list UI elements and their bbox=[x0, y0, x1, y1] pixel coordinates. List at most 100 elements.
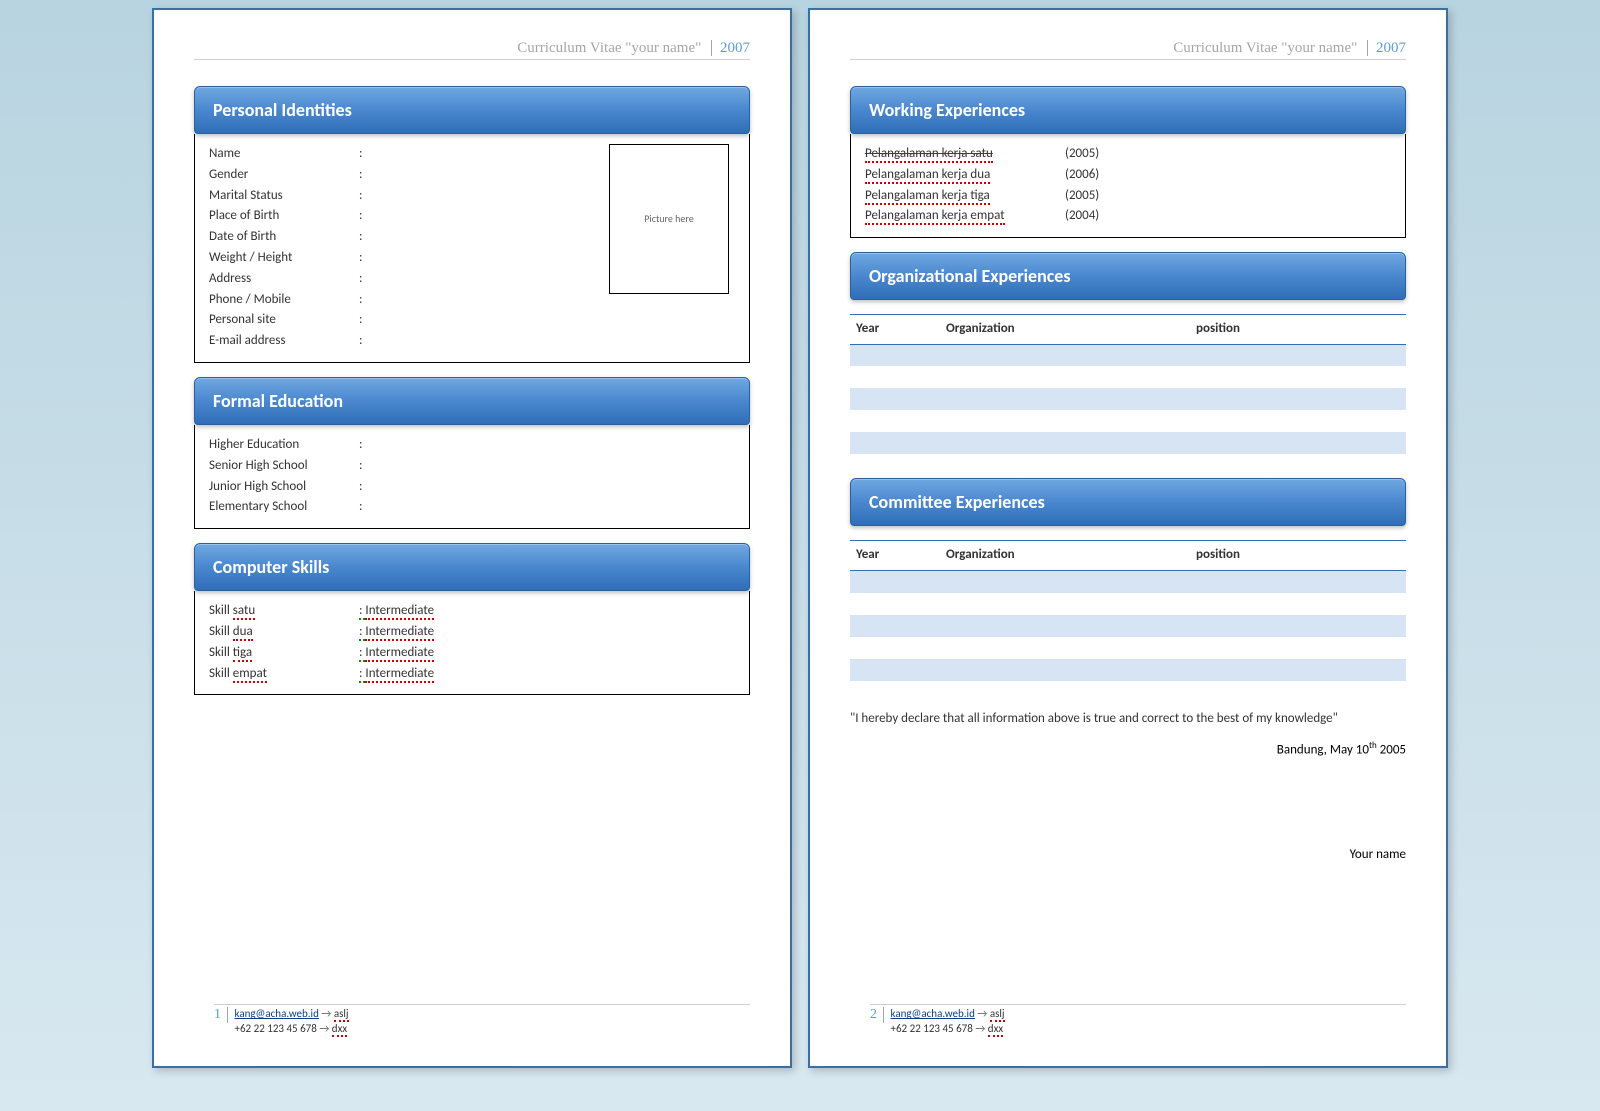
spellcheck-red: Pelangalaman kerja dua bbox=[865, 167, 990, 184]
arrow-icon: → bbox=[975, 1022, 985, 1035]
table-row bbox=[850, 410, 1406, 432]
header-year: 2007 bbox=[1367, 40, 1406, 56]
info-row: E-mail address: bbox=[209, 331, 735, 352]
col-organization: Organization bbox=[940, 541, 1190, 571]
arrow-icon: → bbox=[321, 1007, 331, 1020]
experience-row: Pelangalaman kerja satu(2005) bbox=[865, 144, 1391, 165]
info-label: Weight / Height bbox=[209, 248, 359, 269]
info-label: Place of Birth bbox=[209, 206, 359, 227]
experience-year: (2005) bbox=[1065, 186, 1145, 207]
table-header-row: Year Organization position bbox=[850, 541, 1406, 571]
info-label: Personal site bbox=[209, 310, 359, 331]
header: Curriculum Vitae "your name" 2007 bbox=[194, 40, 750, 60]
header-name-placeholder: "your name" bbox=[625, 40, 701, 56]
declaration-text: "I hereby declare that all information a… bbox=[850, 711, 1406, 726]
arrow-icon: → bbox=[319, 1022, 329, 1035]
page-1: Curriculum Vitae "your name" 2007 Person… bbox=[152, 8, 792, 1068]
spellcheck-red: Intermediate bbox=[365, 603, 434, 620]
colon: : bbox=[359, 435, 379, 456]
section-title-organizational-experiences: Organizational Experiences bbox=[850, 252, 1406, 300]
info-label: Address bbox=[209, 269, 359, 290]
spellcheck-red: tiga bbox=[233, 645, 252, 662]
colon: : bbox=[359, 269, 379, 290]
header-rule bbox=[850, 59, 1406, 60]
spellcheck-red: aslj bbox=[334, 1007, 349, 1022]
spellcheck-red: Intermediate bbox=[365, 624, 434, 641]
info-label: Marital Status bbox=[209, 186, 359, 207]
section-title-formal-education: Formal Education bbox=[194, 377, 750, 425]
col-organization: Organization bbox=[940, 315, 1190, 345]
skill-row: Skill dua : Intermediate bbox=[209, 622, 735, 643]
info-label: Higher Education bbox=[209, 435, 359, 456]
spellcheck-red: dua bbox=[233, 624, 253, 641]
photo-placeholder-box: Picture here bbox=[609, 144, 729, 294]
page-2: Curriculum Vitae "your name" 2007 Workin… bbox=[808, 8, 1448, 1068]
experience-label: Pelangalaman kerja dua bbox=[865, 165, 1065, 186]
signature-name: Your name bbox=[850, 847, 1406, 862]
section-title-personal-identities: Personal Identities bbox=[194, 86, 750, 134]
info-label: Name bbox=[209, 144, 359, 165]
colon: : bbox=[359, 248, 379, 269]
table-row bbox=[850, 388, 1406, 410]
page-number: 1 bbox=[214, 1007, 228, 1023]
skill-row: Skill tiga : Intermediate bbox=[209, 643, 735, 664]
section-body-committee-experiences: Year Organization position bbox=[850, 526, 1406, 690]
section-body-formal-education: Higher Education: Senior High School: Ju… bbox=[194, 425, 750, 529]
col-position: position bbox=[1190, 315, 1406, 345]
info-label: Elementary School bbox=[209, 497, 359, 518]
info-label: Senior High School bbox=[209, 456, 359, 477]
header: Curriculum Vitae "your name" 2007 bbox=[850, 40, 1406, 60]
col-year: Year bbox=[850, 541, 940, 571]
ordinal-suffix: th bbox=[1369, 740, 1377, 751]
colon: : bbox=[359, 456, 379, 477]
experience-year: (2006) bbox=[1065, 165, 1145, 186]
section-title-computer-skills: Computer Skills bbox=[194, 543, 750, 591]
experience-year: (2005) bbox=[1065, 144, 1145, 165]
spellcheck-red: aslj bbox=[990, 1007, 1005, 1022]
header-name-placeholder: "your name" bbox=[1281, 40, 1357, 56]
info-label: Phone / Mobile bbox=[209, 290, 359, 311]
section-body-working-experiences: Pelangalaman kerja satu(2005) Pelangalam… bbox=[850, 134, 1406, 238]
spellcheck-red: Intermediate bbox=[365, 666, 434, 683]
section-body-organizational-experiences: Year Organization position bbox=[850, 300, 1406, 464]
table-row bbox=[850, 432, 1406, 454]
skill-level: : Intermediate bbox=[359, 622, 434, 643]
footer: 2 kang@acha.web.id → aslj +62 22 123 45 … bbox=[870, 1004, 1406, 1036]
footer-email-link[interactable]: kang@acha.web.id bbox=[235, 1007, 319, 1020]
skill-label: Skill dua bbox=[209, 622, 359, 643]
skill-level: : Intermediate bbox=[359, 601, 434, 622]
photo-placeholder-text: Picture here bbox=[644, 211, 693, 227]
signature-date: Bandung, May 10th 2005 bbox=[850, 740, 1406, 757]
info-row: Personal site: bbox=[209, 310, 735, 331]
table-row bbox=[850, 571, 1406, 593]
header-title-prefix: Curriculum Vitae bbox=[517, 40, 621, 56]
skill-label: Skill satu bbox=[209, 601, 359, 622]
experience-label: Pelangalaman kerja empat bbox=[865, 206, 1065, 227]
footer-email-link[interactable]: kang@acha.web.id bbox=[891, 1007, 975, 1020]
section-title-working-experiences: Working Experiences bbox=[850, 86, 1406, 134]
skill-row: Skill satu : Intermediate bbox=[209, 601, 735, 622]
colon: : bbox=[359, 310, 379, 331]
spellcheck-red: dxx bbox=[988, 1022, 1003, 1037]
info-label: Gender bbox=[209, 165, 359, 186]
info-label: Date of Birth bbox=[209, 227, 359, 248]
colon: : bbox=[359, 165, 379, 186]
section-body-personal-identities: Picture here Name: Gender: Marital Statu… bbox=[194, 134, 750, 363]
table-row bbox=[850, 366, 1406, 388]
skill-level: : Intermediate bbox=[359, 643, 434, 664]
experience-label: Pelangalaman kerja tiga bbox=[865, 186, 1065, 207]
info-row: Junior High School: bbox=[209, 477, 735, 498]
header-title-prefix: Curriculum Vitae bbox=[1173, 40, 1277, 56]
spellcheck-red: Intermediate bbox=[365, 645, 434, 662]
page-number: 2 bbox=[870, 1007, 884, 1023]
table-row bbox=[850, 615, 1406, 637]
footer-lines: kang@acha.web.id → aslj +62 22 123 45 67… bbox=[891, 1007, 1005, 1036]
colon: : bbox=[359, 290, 379, 311]
org-table: Year Organization position bbox=[850, 314, 1406, 454]
experience-label: Pelangalaman kerja satu bbox=[865, 144, 1065, 165]
footer-phone: +62 22 123 45 678 bbox=[891, 1022, 973, 1035]
colon: : bbox=[359, 186, 379, 207]
experience-row: Pelangalaman kerja dua (2006) bbox=[865, 165, 1391, 186]
table-header-row: Year Organization position bbox=[850, 315, 1406, 345]
col-position: position bbox=[1190, 541, 1406, 571]
